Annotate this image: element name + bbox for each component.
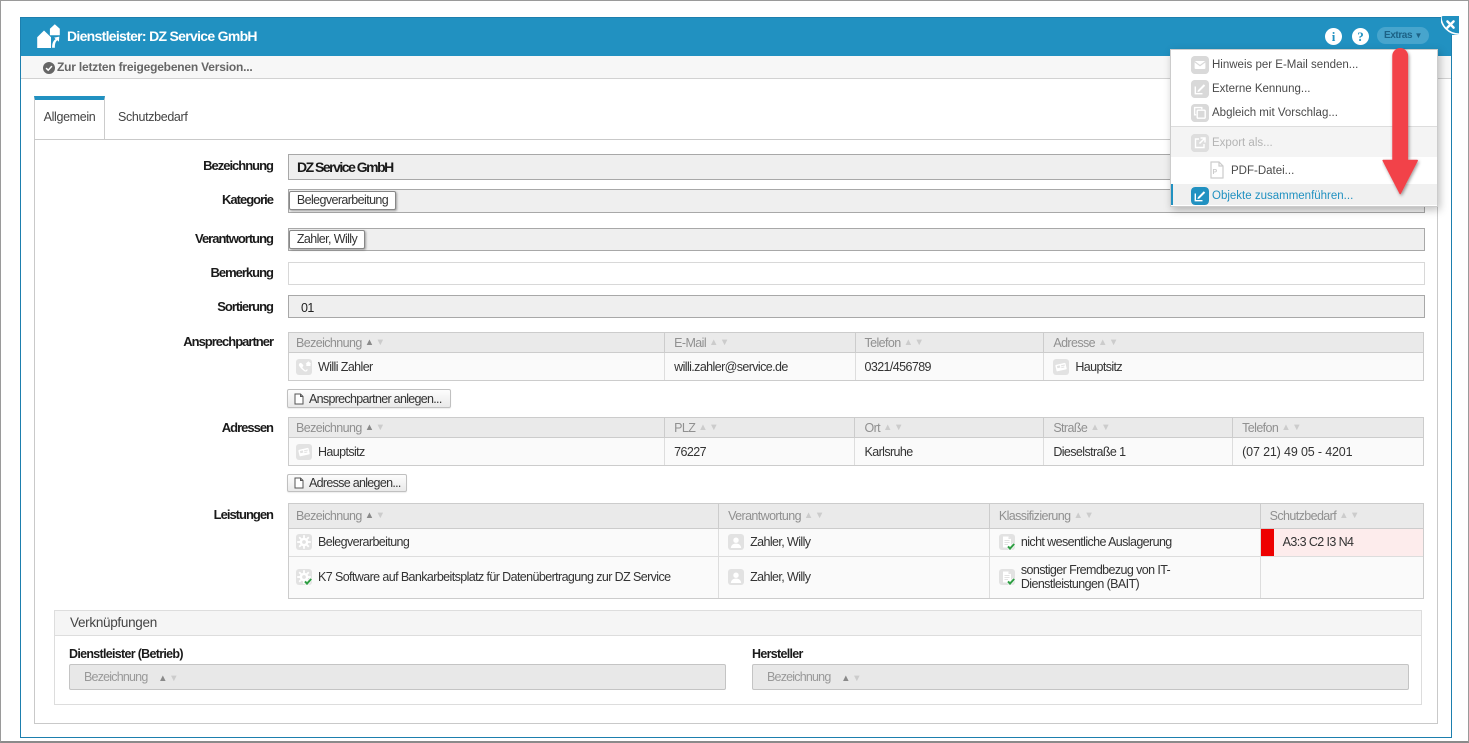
svg-text:P: P (1213, 169, 1218, 176)
